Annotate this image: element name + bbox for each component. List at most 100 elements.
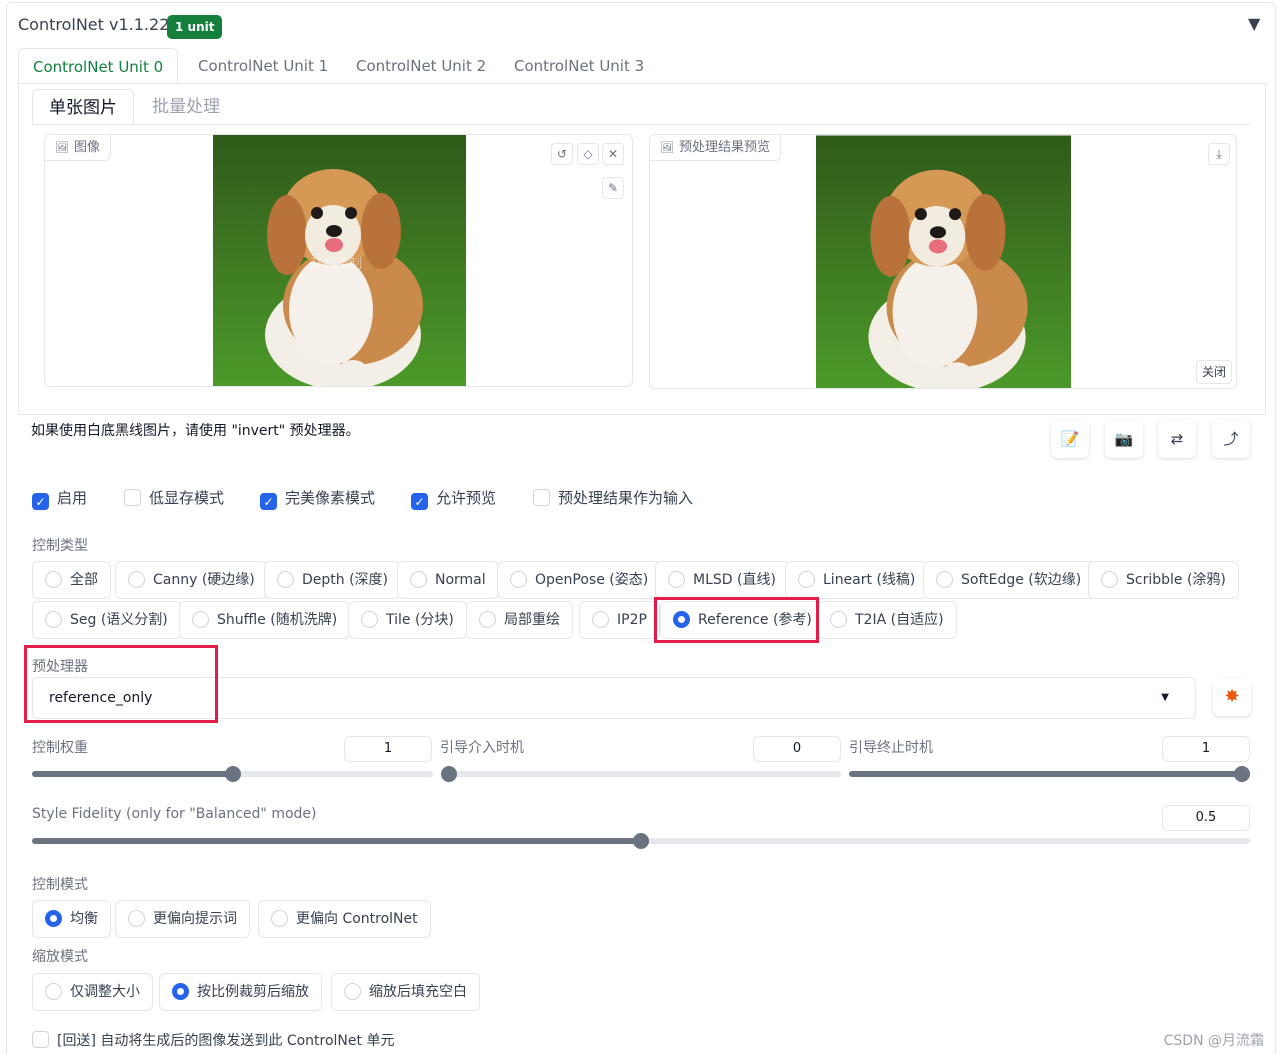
resize-mode-crop[interactable]: 按比例裁剪后缩放 bbox=[159, 973, 322, 1011]
subtab-divider bbox=[32, 124, 1250, 125]
style-fidelity-slider[interactable] bbox=[32, 833, 1250, 849]
brush-icon[interactable]: ✎ bbox=[602, 177, 624, 199]
control-type-t2ia[interactable]: T2IA (自适应) bbox=[817, 601, 957, 639]
lowvram-checkbox[interactable]: 低显存模式 bbox=[124, 488, 224, 508]
image-icon: 🖼 bbox=[55, 141, 69, 154]
end-step-slider[interactable] bbox=[849, 766, 1250, 782]
tab-unit-1[interactable]: ControlNet Unit 1 bbox=[198, 48, 328, 84]
slider-thumb[interactable] bbox=[441, 766, 457, 782]
tab-batch[interactable]: 批量处理 bbox=[152, 89, 220, 125]
slider-thumb[interactable] bbox=[1234, 766, 1250, 782]
option-label: SoftEdge (软边缘) bbox=[961, 572, 1082, 588]
option-label: Lineart (线稿) bbox=[823, 572, 916, 588]
arrow-up-right-icon[interactable]: ⤴ bbox=[1212, 420, 1250, 458]
control-type-seg[interactable]: Seg (语义分割) bbox=[32, 601, 181, 639]
radio-dot bbox=[192, 611, 209, 628]
option-label: Canny (硬边缘) bbox=[153, 572, 255, 588]
option-label: T2IA (自适应) bbox=[855, 612, 944, 628]
option-label: MLSD (直线) bbox=[693, 572, 776, 588]
tab-unit-0[interactable]: ControlNet Unit 0 bbox=[18, 48, 179, 84]
control-type-openpose[interactable]: OpenPose (姿态) bbox=[497, 561, 662, 599]
eraser-icon[interactable]: ◇ bbox=[577, 143, 599, 165]
radio-dot-selected bbox=[172, 983, 189, 1000]
control-type-lineart[interactable]: Lineart (线稿) bbox=[785, 561, 929, 599]
input-image-label-text: 图像 bbox=[73, 140, 100, 155]
explosion-icon[interactable]: ✸ bbox=[1213, 678, 1251, 716]
checkbox-empty bbox=[32, 1031, 49, 1048]
canvas-overlay-text: 开始绘制 bbox=[310, 257, 363, 272]
check-icon: ✓ bbox=[260, 493, 277, 510]
control-weight-slider[interactable] bbox=[32, 766, 433, 782]
option-label: OpenPose (姿态) bbox=[535, 572, 649, 588]
start-step-label: 引导介入时机 bbox=[440, 740, 524, 756]
control-type-all[interactable]: 全部 bbox=[32, 561, 111, 599]
control-type-mlsd[interactable]: MLSD (直线) bbox=[655, 561, 789, 599]
resize-mode-fill[interactable]: 缩放后填充空白 bbox=[331, 973, 480, 1011]
preprocessor-as-input-checkbox[interactable]: 预处理结果作为输入 bbox=[533, 488, 693, 508]
control-type-softedge[interactable]: SoftEdge (软边缘) bbox=[923, 561, 1095, 599]
checkbox-empty bbox=[124, 489, 141, 506]
enable-label: 启用 bbox=[57, 489, 88, 507]
download-icon[interactable]: ⤓ bbox=[1208, 143, 1230, 165]
control-mode-balanced[interactable]: 均衡 bbox=[32, 900, 111, 938]
preview-image-label-text: 预处理结果预览 bbox=[678, 140, 770, 155]
close-icon[interactable]: ✕ bbox=[602, 143, 624, 165]
input-image-canvas[interactable]: 开始绘制 🖼 图像 ↺ ◇ ✕ ✎ bbox=[44, 134, 633, 387]
control-type-inpaint[interactable]: 局部重绘 bbox=[466, 601, 573, 639]
radio-dot bbox=[344, 983, 361, 1000]
undo-icon[interactable]: ↺ bbox=[551, 143, 573, 165]
loopback-checkbox[interactable]: [回送] 自动将生成后的图像发送到此 ControlNet 单元 bbox=[32, 1030, 394, 1050]
start-step-slider[interactable] bbox=[441, 766, 841, 782]
start-step-input[interactable]: 0 bbox=[753, 736, 841, 762]
control-weight-label: 控制权重 bbox=[32, 740, 88, 756]
enable-checkbox[interactable]: ✓ 启用 bbox=[32, 488, 88, 510]
radio-dot bbox=[410, 571, 427, 588]
radio-dot bbox=[592, 611, 609, 628]
control-type-scribble[interactable]: Scribble (涂鸦) bbox=[1088, 561, 1239, 599]
edit-icon[interactable]: 📝 bbox=[1051, 420, 1089, 458]
control-mode-controlnet[interactable]: 更偏向 ControlNet bbox=[258, 900, 431, 938]
input-image-label: 🖼 图像 bbox=[45, 135, 111, 161]
highlight-box-reference bbox=[654, 597, 819, 643]
lowvram-label: 低显存模式 bbox=[149, 489, 225, 507]
triangle-down-icon[interactable]: ▼ bbox=[1248, 14, 1260, 33]
radio-dot bbox=[830, 611, 847, 628]
allow-preview-checkbox[interactable]: ✓ 允许预览 bbox=[411, 488, 497, 510]
slider-fill bbox=[32, 771, 233, 777]
allow-preview-label: 允许预览 bbox=[436, 489, 497, 507]
end-step-input[interactable]: 1 bbox=[1162, 736, 1250, 762]
option-label: 缩放后填充空白 bbox=[369, 984, 467, 1000]
option-label: Normal bbox=[435, 572, 486, 588]
tab-single-image[interactable]: 单张图片 bbox=[32, 89, 134, 125]
control-type-normal[interactable]: Normal bbox=[397, 561, 499, 599]
resize-mode-just-resize[interactable]: 仅调整大小 bbox=[32, 973, 153, 1011]
control-type-depth[interactable]: Depth (深度) bbox=[264, 561, 402, 599]
option-label: Scribble (涂鸦) bbox=[1126, 572, 1226, 588]
control-mode-label: 控制模式 bbox=[32, 877, 88, 893]
unit-count-badge: 1 unit bbox=[167, 15, 223, 39]
loopback-label: [回送] 自动将生成后的图像发送到此 ControlNet 单元 bbox=[57, 1033, 395, 1049]
option-label: IP2P bbox=[617, 612, 647, 628]
control-type-tile[interactable]: Tile (分块) bbox=[348, 601, 467, 639]
tab-unit-3[interactable]: ControlNet Unit 3 bbox=[514, 48, 644, 84]
control-weight-input[interactable]: 1 bbox=[344, 736, 432, 762]
style-fidelity-input[interactable]: 0.5 bbox=[1162, 805, 1250, 831]
option-label: Seg (语义分割) bbox=[70, 612, 168, 628]
control-type-ip2p[interactable]: IP2P bbox=[579, 601, 660, 639]
slider-thumb[interactable] bbox=[633, 833, 649, 849]
control-mode-prompt[interactable]: 更偏向提示词 bbox=[115, 900, 250, 938]
control-type-shuffle[interactable]: Shuffle (随机洗牌) bbox=[179, 601, 351, 639]
preprocessor-as-input-label: 预处理结果作为输入 bbox=[558, 489, 694, 507]
swap-icon[interactable]: ⇄ bbox=[1158, 420, 1196, 458]
control-type-canny[interactable]: Canny (硬边缘) bbox=[115, 561, 268, 599]
tab-unit-2[interactable]: ControlNet Unit 2 bbox=[356, 48, 486, 84]
style-fidelity-label: Style Fidelity (only for "Balanced" mode… bbox=[32, 806, 317, 822]
radio-dot bbox=[45, 983, 62, 1000]
close-preview-button[interactable]: 关闭 bbox=[1196, 360, 1233, 384]
option-label: 均衡 bbox=[70, 911, 98, 927]
pixel-perfect-checkbox[interactable]: ✓ 完美像素模式 bbox=[260, 488, 375, 510]
slider-thumb[interactable] bbox=[224, 766, 241, 782]
invert-hint-text: 如果使用白底黑线图片，请使用 "invert" 预处理器。 bbox=[31, 423, 360, 439]
watermark-text: CSDN @月流霜 bbox=[1163, 1033, 1264, 1049]
camera-icon[interactable]: 📷 bbox=[1105, 420, 1143, 458]
